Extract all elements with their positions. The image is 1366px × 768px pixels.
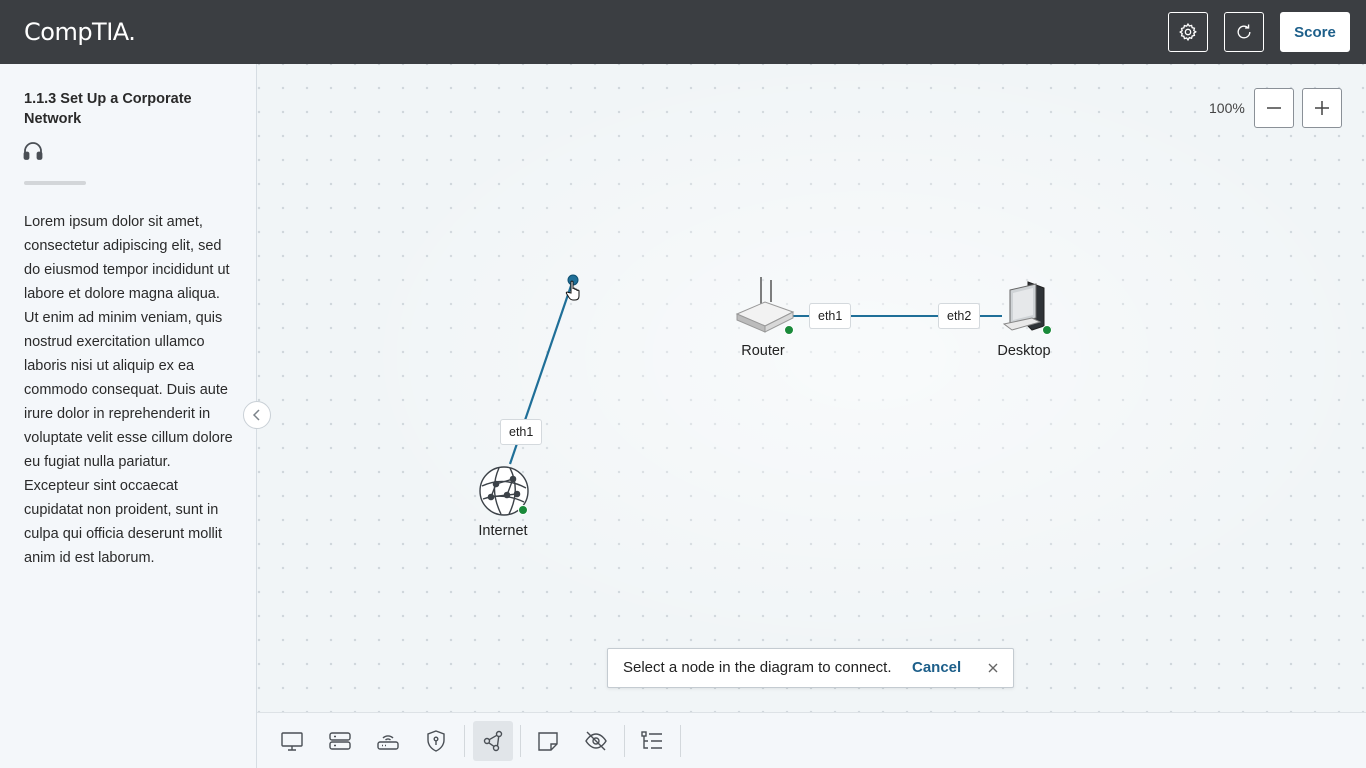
router-status-dot: [784, 325, 794, 335]
reset-button[interactable]: [1224, 12, 1264, 52]
headphones-icon[interactable]: [23, 142, 43, 160]
desktop-icon: [281, 732, 303, 751]
audio-progress: [24, 181, 86, 185]
add-server-tool[interactable]: [320, 721, 360, 761]
note-icon: [538, 732, 558, 751]
internet-node[interactable]: Internet: [463, 464, 543, 546]
instructions-panel: 1.1.3 Set Up a Corporate Network Lorem i…: [0, 64, 257, 768]
connect-tool[interactable]: [473, 721, 513, 761]
gear-icon: [1179, 22, 1197, 42]
add-desktop-tool[interactable]: [272, 721, 312, 761]
lesson-title: 1.1.3 Set Up a Corporate Network: [24, 91, 192, 127]
desktop-port-tag[interactable]: eth2: [938, 303, 981, 329]
score-button[interactable]: Score: [1280, 12, 1350, 52]
list-icon: [641, 731, 662, 749]
shield-icon: [427, 730, 445, 752]
collapse-sidebar-button[interactable]: [243, 401, 271, 429]
refresh-icon: [1237, 24, 1251, 39]
internet-label: Internet: [478, 523, 528, 539]
add-firewall-tool[interactable]: [416, 721, 456, 761]
connect-toast: Select a node in the diagram to connect.…: [607, 648, 1014, 688]
desktop-status-dot: [1042, 325, 1052, 335]
add-router-tool[interactable]: [368, 721, 408, 761]
toast-message: Select a node in the diagram to connect.: [623, 659, 892, 676]
internet-status-dot: [518, 505, 528, 515]
settings-button[interactable]: [1168, 12, 1208, 52]
lesson-text: Lorem ipsum dolor sit amet, consectetur …: [24, 214, 233, 566]
comptia-logo: CompTIA.: [24, 18, 136, 46]
router-icon: [377, 735, 399, 750]
router-port-tag[interactable]: eth1: [809, 303, 852, 329]
desktop-node[interactable]: Desktop: [984, 274, 1064, 364]
app-header: CompTIA. Score: [0, 0, 1366, 64]
network-diagram-canvas[interactable]: 100% Internet eth1 Router eth1 Desktop e…: [257, 64, 1366, 712]
chevron-left-icon: [252, 409, 260, 421]
toggle-visibility-tool[interactable]: [576, 721, 616, 761]
properties-list-tool[interactable]: [632, 721, 672, 761]
router-label: Router: [741, 343, 785, 359]
internet-port-tag[interactable]: eth1: [500, 419, 543, 445]
toast-cancel-link[interactable]: Cancel: [912, 649, 961, 687]
eye-off-icon: [585, 731, 607, 751]
add-note-tool[interactable]: [528, 721, 568, 761]
desktop-label: Desktop: [997, 343, 1051, 359]
bottom-toolbar: [257, 712, 1366, 768]
connection-layer: [508, 274, 1002, 465]
hand-cursor-icon: [565, 280, 580, 301]
connect-icon: [483, 730, 503, 752]
router-node[interactable]: Router: [723, 274, 803, 364]
server-icon: [329, 732, 351, 750]
close-icon[interactable]: [986, 661, 1000, 675]
